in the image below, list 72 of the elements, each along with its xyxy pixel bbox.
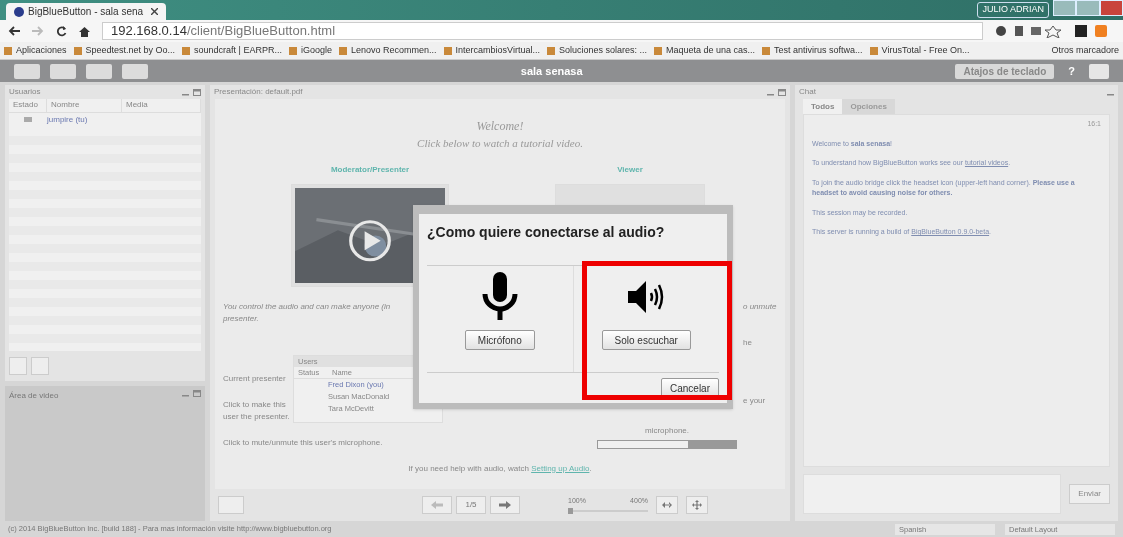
bookmark-link[interactable]: Lenovo Recommen... [339,43,437,58]
section-heading: Viewer [617,163,643,176]
cancel-button[interactable]: Cancelar [660,378,719,398]
logout-button[interactable] [1089,63,1109,79]
browser-tab[interactable]: BigBlueButton - sala sena [6,3,166,20]
welcome-heading: Welcome! [476,118,524,135]
panel-title: Área de video [9,390,59,402]
maximize-icon[interactable] [193,88,201,96]
move-icon [692,500,702,510]
horizontal-arrows-icon [662,502,672,508]
close-icon[interactable] [151,8,158,15]
panel-title: Usuarios [9,86,41,98]
page-indicator[interactable]: 1/5 [456,496,486,514]
back-icon[interactable] [8,26,20,36]
column-header: Media [122,99,201,112]
welcome-subtitle: Click below to watch a tutorial video. [417,136,583,151]
next-slide-button[interactable] [490,496,520,514]
previous-slide-button[interactable] [422,496,452,514]
headset-toolbar-button[interactable] [50,63,76,79]
maximize-icon[interactable] [193,390,201,397]
bookmark-link[interactable]: iGoogle [288,43,332,58]
help-text: If you need help with audio, watch Setting up Audio. [408,463,592,473]
slider-thumb[interactable] [568,507,573,514]
window-controls[interactable] [1053,0,1123,16]
upload-button[interactable] [218,496,244,514]
annotation-text: Current presenter [223,372,287,385]
bookmark-folder[interactable]: Otros marcadore [1051,43,1119,58]
annotation-text: Click to make this user the presenter. [223,398,291,423]
reload-icon[interactable] [56,25,67,37]
globe-icon [14,6,24,17]
raise-hand-button[interactable] [9,357,27,375]
bookmark-link[interactable]: Maqueta de una cas... [653,43,756,58]
settings-button[interactable] [31,357,49,375]
fit-width-button[interactable] [656,496,678,514]
zoom-slider[interactable] [568,507,648,514]
bookmark-link[interactable]: Speedtest.net by Oo... [73,43,176,58]
bookmark-link[interactable]: Aplicaciones [4,43,67,58]
bookmark-link[interactable]: Soluciones solares: ... [546,43,647,58]
section-heading: Moderator/Presenter [330,163,410,176]
instruction-text: he [743,336,753,349]
forward-icon[interactable] [32,26,44,36]
instruction-text: presenter. [223,312,260,325]
column-header: Estado [9,99,47,112]
panel-title: Presentación: default.pdf [214,86,303,98]
room-title: sala senasa [519,63,584,79]
dialog-title: ¿Como quiere conectarse al audio? [427,223,666,242]
webcam-toolbar-button[interactable] [86,63,112,79]
instruction-text: Click to mute/unmute this user's microphone. [223,436,383,449]
bookmark-link[interactable]: Test antivirus softwa... [762,43,863,58]
right-arrow-icon [499,501,511,509]
microphone-icon [480,272,519,322]
instruction-text: e your [743,395,766,405]
bookmark-link[interactable]: IntercambiosVirtual... [443,43,540,58]
presentation-toolbar-button[interactable] [14,63,40,79]
address-field[interactable]: 192.168.0.14/client/BigBlueButton.html [102,22,983,40]
record-toolbar-button[interactable] [122,63,148,79]
instruction-text: You control the audio and can make anyone (in [223,300,391,313]
instruction-text: microphone. [645,424,689,437]
audio-option-button[interactable]: Micrófono [464,330,535,350]
fit-page-button[interactable] [686,496,708,514]
home-icon[interactable] [79,25,90,37]
instruction-text: o unmute [743,300,778,313]
bookmark-link[interactable]: VirusTotal - Free On... [869,43,970,58]
user-badge: JULIO ADRIAN [977,2,1049,18]
audio-option-button[interactable]: Solo escuchar [601,330,691,350]
column-header: Nombre [47,99,122,112]
user-status-icon [24,116,32,124]
left-arrow-icon [431,501,443,509]
user-name: jumpire (tu) [47,114,88,126]
maximize-icon[interactable] [778,88,786,96]
bookmark-link[interactable]: soundcraft | EARPR... [182,43,282,58]
panel-title: Chat [799,86,816,98]
